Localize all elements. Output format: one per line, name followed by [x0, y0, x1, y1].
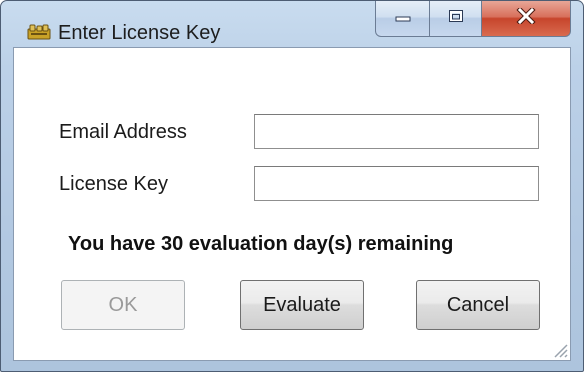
cancel-button[interactable]: Cancel: [416, 280, 540, 330]
license-dialog-window: Enter License Key Email Address License …: [0, 0, 584, 372]
caption-buttons: [375, 1, 571, 37]
evaluation-status-text: You have 30 evaluation day(s) remaining: [68, 233, 454, 255]
evaluate-button[interactable]: Evaluate: [240, 280, 364, 330]
close-icon: [516, 6, 536, 29]
email-field[interactable]: [254, 114, 539, 149]
maximize-button[interactable]: [430, 1, 482, 37]
email-label: Email Address: [59, 121, 187, 143]
close-button[interactable]: [482, 1, 571, 37]
license-key-field[interactable]: [254, 166, 539, 201]
minimize-button[interactable]: [375, 1, 430, 37]
ok-button[interactable]: OK: [61, 280, 185, 330]
title-bar[interactable]: Enter License Key: [1, 1, 583, 47]
license-key-label: License Key: [59, 173, 168, 195]
maximize-icon: [448, 9, 464, 28]
keys-icon: [27, 24, 51, 40]
dialog-content: Email Address License Key You have 30 ev…: [13, 47, 571, 361]
minimize-icon: [395, 10, 411, 28]
window-title: Enter License Key: [58, 22, 221, 44]
resize-grip-icon[interactable]: [550, 340, 568, 358]
